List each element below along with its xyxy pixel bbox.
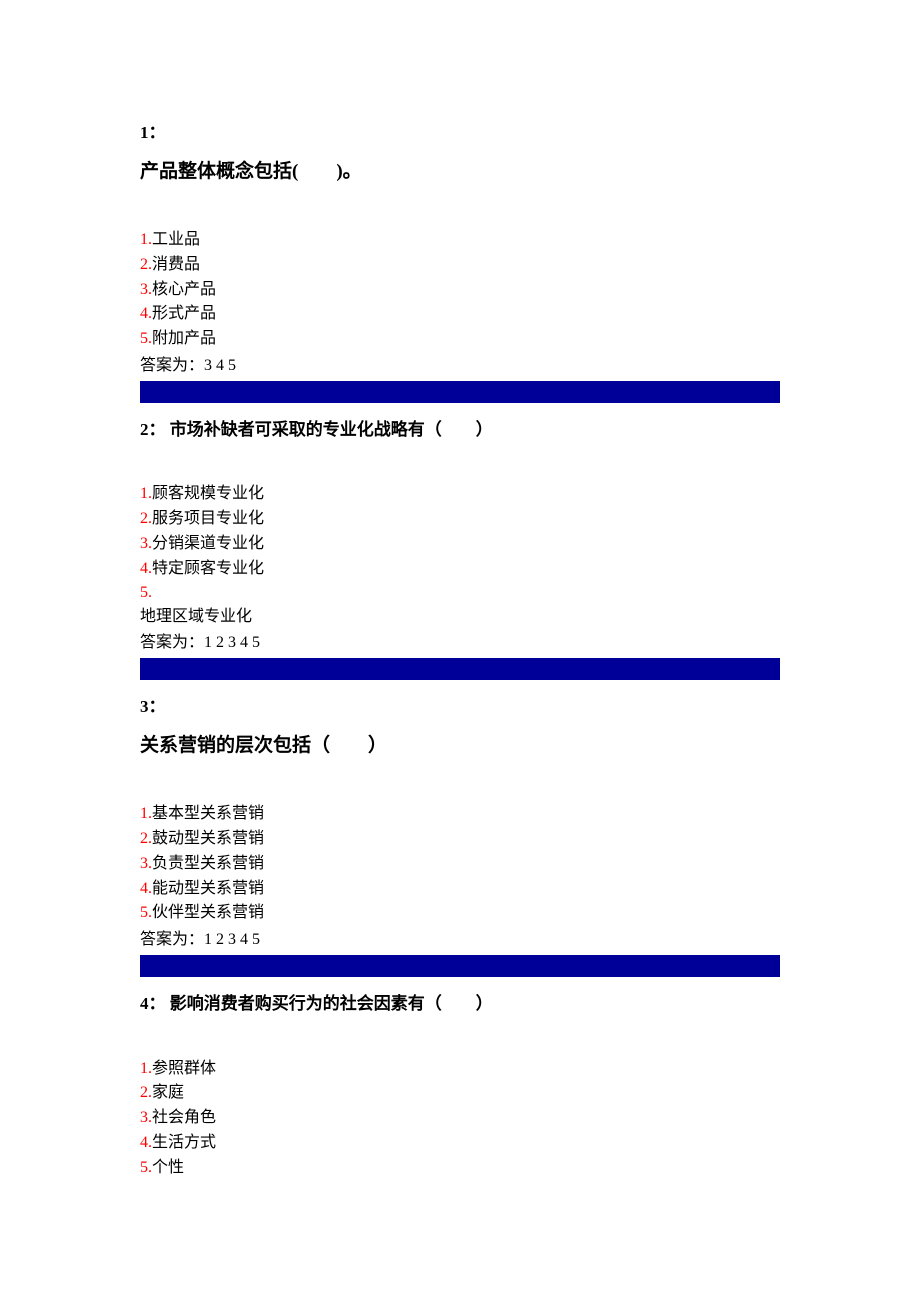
option-number: 1. — [140, 231, 152, 248]
option-number: 4. — [140, 560, 152, 577]
question-header: 4： 影响消费者购买行为的社会因素有（ ） — [140, 991, 780, 1017]
option-text-overflow: 地理区域专业化 — [140, 605, 780, 629]
divider-bar — [140, 658, 780, 680]
option-item: 1.顾客规模专业化 — [140, 482, 780, 507]
option-text: 服务项目专业化 — [152, 510, 264, 527]
option-item: 2.服务项目专业化 — [140, 507, 780, 532]
option-text: 生活方式 — [152, 1134, 216, 1151]
option-text: 消费品 — [152, 256, 200, 273]
option-number: 3. — [140, 535, 152, 552]
option-number: 3. — [140, 1109, 152, 1126]
option-text: 鼓动型关系营销 — [152, 830, 264, 847]
option-text: 核心产品 — [152, 281, 216, 298]
options-list: 1.顾客规模专业化 2.服务项目专业化 3.分销渠道专业化 4.特定顾客专业化 … — [140, 482, 780, 629]
option-text: 形式产品 — [152, 305, 216, 322]
option-item: 4.能动型关系营销 — [140, 877, 780, 902]
option-item: 4.形式产品 — [140, 302, 780, 327]
options-list: 1.参照群体 2.家庭 3.社会角色 4.生活方式 5.个性 — [140, 1057, 780, 1181]
option-number: 1. — [140, 805, 152, 822]
option-number: 5. — [140, 1159, 152, 1176]
option-item: 2.鼓动型关系营销 — [140, 827, 780, 852]
option-text: 能动型关系营销 — [152, 880, 264, 897]
option-text: 特定顾客专业化 — [152, 560, 264, 577]
option-number: 5. — [140, 904, 152, 921]
question-number: 3： — [140, 694, 780, 720]
option-text: 参照群体 — [152, 1060, 216, 1077]
options-list: 1.基本型关系营销 2.鼓动型关系营销 3.负责型关系营销 4.能动型关系营销 … — [140, 802, 780, 926]
options-list: 1.工业品 2.消费品 3.核心产品 4.形式产品 5.附加产品 — [140, 228, 780, 352]
option-item: 3.负责型关系营销 — [140, 852, 780, 877]
answer-text: 答案为：1 2 3 4 5 — [140, 928, 780, 953]
option-number: 4. — [140, 305, 152, 322]
divider-bar — [140, 955, 780, 977]
option-item: 3.分销渠道专业化 — [140, 532, 780, 557]
option-number: 2. — [140, 1084, 152, 1101]
option-number-alone: 5. — [140, 581, 780, 605]
option-text: 个性 — [152, 1159, 184, 1176]
question-text: 关系营销的层次包括（ ） — [140, 732, 780, 761]
option-number: 2. — [140, 510, 152, 527]
question-4: 4： 影响消费者购买行为的社会因素有（ ） 1.参照群体 2.家庭 3.社会角色… — [140, 991, 780, 1180]
answer-text: 答案为：1 2 3 4 5 — [140, 631, 780, 656]
option-item: 4.特定顾客专业化 — [140, 557, 780, 582]
question-number: 2： — [140, 420, 166, 439]
answer-text: 答案为：3 4 5 — [140, 354, 780, 379]
option-text: 分销渠道专业化 — [152, 535, 264, 552]
option-number: 1. — [140, 485, 152, 502]
divider-bar — [140, 381, 780, 403]
option-number: 5. — [140, 330, 152, 347]
option-text: 家庭 — [152, 1084, 184, 1101]
option-item: 4.生活方式 — [140, 1131, 780, 1156]
option-item: 3.社会角色 — [140, 1106, 780, 1131]
option-text: 工业品 — [152, 231, 200, 248]
question-1: 1： 产品整体概念包括( )。 1.工业品 2.消费品 3.核心产品 4.形式产… — [140, 120, 780, 403]
question-number: 1： — [140, 120, 780, 146]
option-text: 负责型关系营销 — [152, 855, 264, 872]
option-number: 4. — [140, 1134, 152, 1151]
option-item: 5.伙伴型关系营销 — [140, 901, 780, 926]
option-item: 2.消费品 — [140, 253, 780, 278]
option-text: 伙伴型关系营销 — [152, 904, 264, 921]
option-text: 基本型关系营销 — [152, 805, 264, 822]
option-number: 4. — [140, 880, 152, 897]
option-item: 1.参照群体 — [140, 1057, 780, 1082]
option-text: 顾客规模专业化 — [152, 485, 264, 502]
question-text: 市场补缺者可采取的专业化战略有（ ） — [170, 420, 493, 439]
option-item: 5.附加产品 — [140, 327, 780, 352]
option-item: 1.基本型关系营销 — [140, 802, 780, 827]
option-text: 附加产品 — [152, 330, 216, 347]
question-3: 3： 关系营销的层次包括（ ） 1.基本型关系营销 2.鼓动型关系营销 3.负责… — [140, 694, 780, 977]
option-item: 3.核心产品 — [140, 278, 780, 303]
question-2: 2： 市场补缺者可采取的专业化战略有（ ） 1.顾客规模专业化 2.服务项目专业… — [140, 417, 780, 680]
question-text: 产品整体概念包括( )。 — [140, 158, 780, 187]
option-item: 2.家庭 — [140, 1081, 780, 1106]
question-number: 4： — [140, 994, 166, 1013]
option-item: 1.工业品 — [140, 228, 780, 253]
question-header: 2： 市场补缺者可采取的专业化战略有（ ） — [140, 417, 780, 443]
question-text: 影响消费者购买行为的社会因素有（ ） — [170, 994, 493, 1013]
option-number: 1. — [140, 1060, 152, 1077]
option-number: 2. — [140, 256, 152, 273]
option-item: 5.个性 — [140, 1156, 780, 1181]
option-number: 2. — [140, 830, 152, 847]
option-number: 3. — [140, 281, 152, 298]
option-number: 3. — [140, 855, 152, 872]
option-text: 社会角色 — [152, 1109, 216, 1126]
